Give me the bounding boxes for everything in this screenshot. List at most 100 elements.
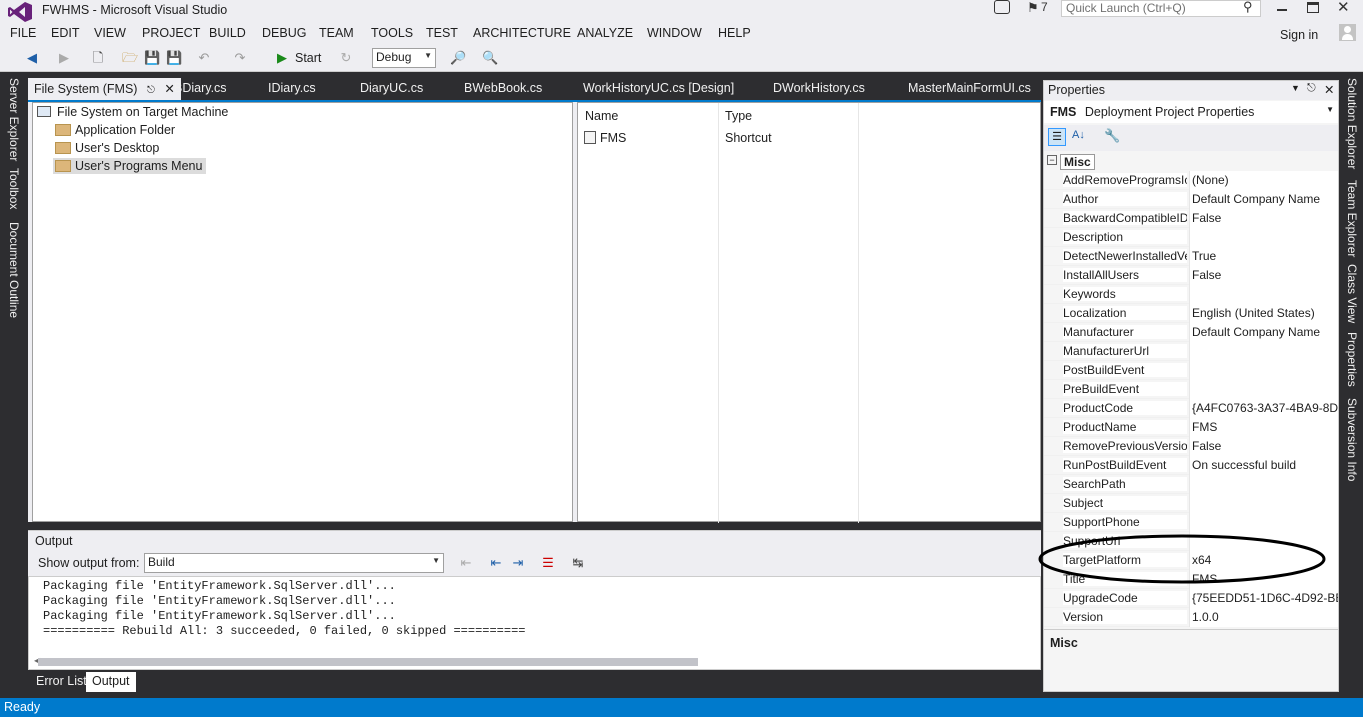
rail-properties[interactable]: Properties — [1345, 332, 1359, 387]
property-value[interactable]: {75EEDD51-1D6C-4D92-BE19 — [1189, 589, 1338, 608]
menu-edit[interactable]: EDIT — [51, 26, 79, 40]
object-selector[interactable]: FMS Deployment Project Properties ▼ — [1044, 101, 1338, 123]
quick-launch-input[interactable]: Quick Launch (Ctrl+Q) — [1061, 0, 1261, 17]
property-value[interactable] — [1189, 475, 1338, 494]
property-row[interactable]: Keywords — [1044, 285, 1338, 304]
property-row[interactable]: DetectNewerInstalledVersionTrue — [1044, 247, 1338, 266]
property-row[interactable]: Author Default Company Name — [1044, 190, 1338, 209]
property-row[interactable]: Localization English (United States) — [1044, 304, 1338, 323]
property-row[interactable]: ProductName FMS — [1044, 418, 1338, 437]
property-value[interactable]: (None) — [1189, 171, 1338, 190]
property-value[interactable]: English (United States) — [1189, 304, 1338, 323]
property-value[interactable] — [1189, 494, 1338, 513]
pin-icon[interactable]: ⎋ — [1307, 82, 1316, 95]
tab-bwebbook[interactable]: BWebBook.cs — [464, 81, 542, 95]
tree-item[interactable]: Application Folder — [55, 123, 175, 137]
menu-file[interactable]: FILE — [10, 26, 36, 40]
property-row[interactable]: SearchPath — [1044, 475, 1338, 494]
property-value[interactable]: Default Company Name — [1189, 323, 1338, 342]
list-item[interactable]: FMS — [584, 131, 626, 145]
tab-output[interactable]: Output — [86, 672, 136, 692]
tab-bdiary[interactable]: BDiary.cs — [174, 81, 227, 95]
property-value[interactable] — [1189, 285, 1338, 304]
rail-class-view[interactable]: Class View — [1345, 264, 1359, 323]
menu-debug[interactable]: DEBUG — [262, 26, 306, 40]
tab-error-list[interactable]: Error List — [30, 672, 93, 692]
property-value[interactable]: FMS — [1189, 418, 1338, 437]
menu-window[interactable]: WINDOW — [647, 26, 702, 40]
output-text[interactable]: Packaging file 'EntityFramework.SqlServe… — [28, 576, 1041, 670]
word-wrap-icon[interactable]: ↹ — [570, 555, 586, 571]
rail-document-outline[interactable]: Document Outline — [7, 222, 21, 318]
close-icon[interactable]: ✕ — [1324, 82, 1334, 97]
rail-server-explorer[interactable]: Server Explorer — [7, 78, 21, 161]
minimize-button[interactable] — [1275, 0, 1289, 14]
collapse-icon[interactable]: − — [1047, 155, 1057, 165]
pin-icon[interactable]: ⎋ — [147, 85, 155, 96]
tree-item-selected[interactable]: User's Programs Menu — [53, 158, 207, 174]
property-value[interactable] — [1189, 380, 1338, 399]
category-header[interactable]: − Misc — [1044, 153, 1338, 171]
rail-team-explorer[interactable]: Team Explorer — [1345, 180, 1359, 257]
horizontal-scrollbar[interactable] — [38, 658, 698, 666]
rail-toolbox[interactable]: Toolbox — [7, 168, 21, 209]
tab-idiary[interactable]: IDiary.cs — [268, 81, 316, 95]
property-row[interactable]: Manufacturer Default Company Name — [1044, 323, 1338, 342]
prev-message-icon[interactable]: ⇤ — [488, 555, 504, 571]
start-button[interactable]: Start — [295, 51, 321, 65]
property-value[interactable] — [1189, 513, 1338, 532]
menu-view[interactable]: VIEW — [94, 26, 126, 40]
tab-diaryuc[interactable]: DiaryUC.cs — [360, 81, 423, 95]
account-avatar-icon[interactable] — [1339, 24, 1356, 41]
menu-test[interactable]: TEST — [426, 26, 458, 40]
back-nav-icon[interactable]: ◀ — [24, 50, 40, 66]
property-row[interactable]: InstallAllUsers False — [1044, 266, 1338, 285]
tab-mastermainformui[interactable]: MasterMainFormUI.cs — [908, 81, 1031, 95]
property-row[interactable]: PostBuildEvent — [1044, 361, 1338, 380]
save-icon[interactable]: 💾 — [144, 50, 160, 66]
property-row[interactable]: AddRemoveProgramsIcon(None) — [1044, 171, 1338, 190]
property-value[interactable]: True — [1189, 247, 1338, 266]
redo-icon[interactable]: ↷ — [232, 50, 248, 66]
output-source-select[interactable]: Build ▼ — [144, 553, 444, 573]
dropdown-icon[interactable]: ▼ — [1291, 83, 1300, 93]
new-project-icon[interactable]: 🗋 — [90, 50, 106, 66]
alphabetical-icon[interactable]: A↓ — [1072, 129, 1085, 141]
property-row[interactable]: RunPostBuildEvent On successful build — [1044, 456, 1338, 475]
find-icon[interactable]: 🔍 — [482, 50, 498, 66]
forward-nav-icon[interactable]: ▶ — [56, 50, 72, 66]
save-all-icon[interactable]: 💾 — [166, 50, 182, 66]
menu-team[interactable]: TEAM — [319, 26, 354, 40]
menu-build[interactable]: BUILD — [209, 26, 246, 40]
next-message-icon[interactable]: ⇥ — [510, 555, 526, 571]
property-value[interactable]: False — [1189, 437, 1338, 456]
column-header-type[interactable]: Type — [725, 109, 752, 123]
undo-icon[interactable]: ↶ — [196, 50, 212, 66]
start-icon[interactable]: ▶ — [274, 50, 290, 66]
close-window-button[interactable]: ✕ — [1337, 0, 1350, 16]
menu-tools[interactable]: TOOLS — [371, 26, 413, 40]
property-row[interactable]: SupportPhone — [1044, 513, 1338, 532]
clear-all-icon[interactable]: ☰ — [540, 555, 556, 571]
property-value[interactable]: False — [1189, 266, 1338, 285]
tree-root[interactable]: File System on Target Machine — [37, 105, 228, 119]
property-value[interactable]: On successful build — [1189, 456, 1338, 475]
property-row[interactable]: Version 1.0.0 — [1044, 608, 1338, 627]
column-header-name[interactable]: Name — [585, 109, 618, 123]
menu-project[interactable]: PROJECT — [142, 26, 200, 40]
refresh-icon[interactable]: ↻ — [338, 50, 354, 66]
solution-config-select[interactable]: Debug ▼ — [372, 48, 436, 68]
property-row[interactable]: Description — [1044, 228, 1338, 247]
menu-architecture[interactable]: ARCHITECTURE — [473, 26, 571, 40]
tab-dworkhistory[interactable]: DWorkHistory.cs — [773, 81, 865, 95]
rail-solution-explorer[interactable]: Solution Explorer — [1345, 78, 1359, 169]
maximize-button[interactable] — [1307, 2, 1319, 13]
menu-help[interactable]: HELP — [718, 26, 751, 40]
sign-in-link[interactable]: Sign in — [1280, 28, 1318, 42]
property-row[interactable]: BackwardCompatibleIDGenerationFalse — [1044, 209, 1338, 228]
open-folder-icon[interactable]: 🗁 — [122, 50, 138, 66]
notification-flag-icon[interactable]: ⚑ — [1027, 0, 1039, 16]
property-pages-icon[interactable]: 🔧 — [1104, 128, 1120, 144]
property-value[interactable]: Default Company Name — [1189, 190, 1338, 209]
property-row[interactable]: UpgradeCode{75EEDD51-1D6C-4D92-BE19 — [1044, 589, 1338, 608]
